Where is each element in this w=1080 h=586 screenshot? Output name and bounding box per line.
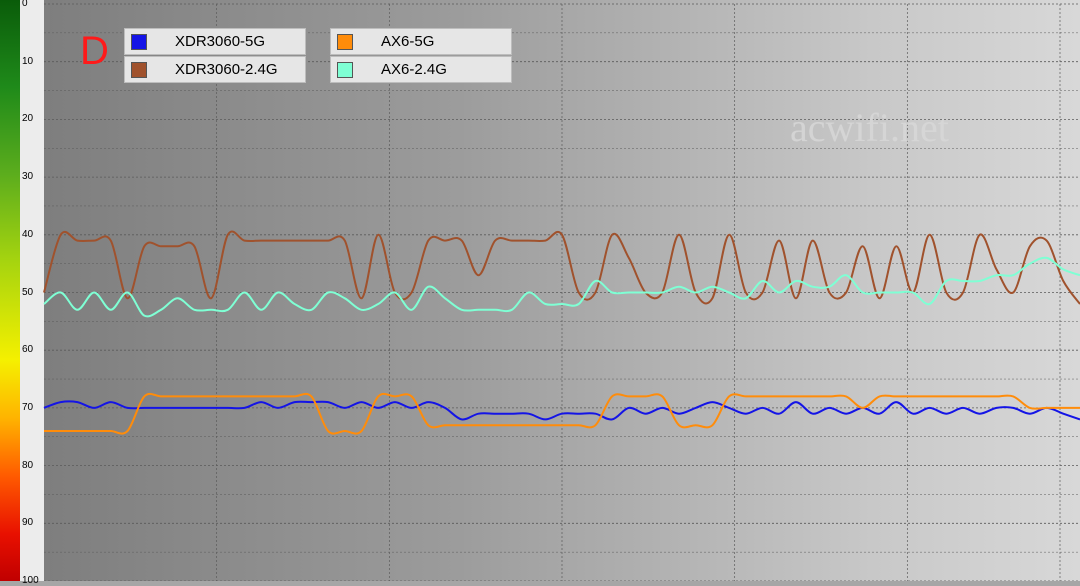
legend-label: AX6-2.4G: [381, 61, 447, 78]
legend-label: AX6-5G: [381, 33, 435, 50]
legend-item-xdr3060-5g: XDR3060-5G: [124, 28, 306, 55]
legend-item-ax6-5g: AX6-5G: [330, 28, 512, 55]
legend-swatch: [337, 62, 353, 78]
legend-item-xdr3060-2.4g: XDR3060-2.4G: [124, 56, 306, 83]
legend-swatch: [131, 34, 147, 50]
legend-swatch: [337, 34, 353, 50]
legend: XDR3060-5G AX6-5G XDR3060-2.4G AX6-2.4G: [124, 28, 512, 84]
grid-lines: [44, 3, 1080, 581]
legend-label: XDR3060-5G: [175, 33, 266, 50]
legend-item-ax6-2.4g: AX6-2.4G: [330, 56, 512, 83]
legend-label: XDR3060-2.4G: [175, 61, 278, 78]
line-chart: [43, 3, 1080, 581]
watermark: acwifi.net: [790, 105, 949, 150]
series-line-ax6-2.4g: [43, 256, 1080, 318]
panel-letter: D: [80, 29, 109, 73]
legend-swatch: [131, 62, 147, 78]
